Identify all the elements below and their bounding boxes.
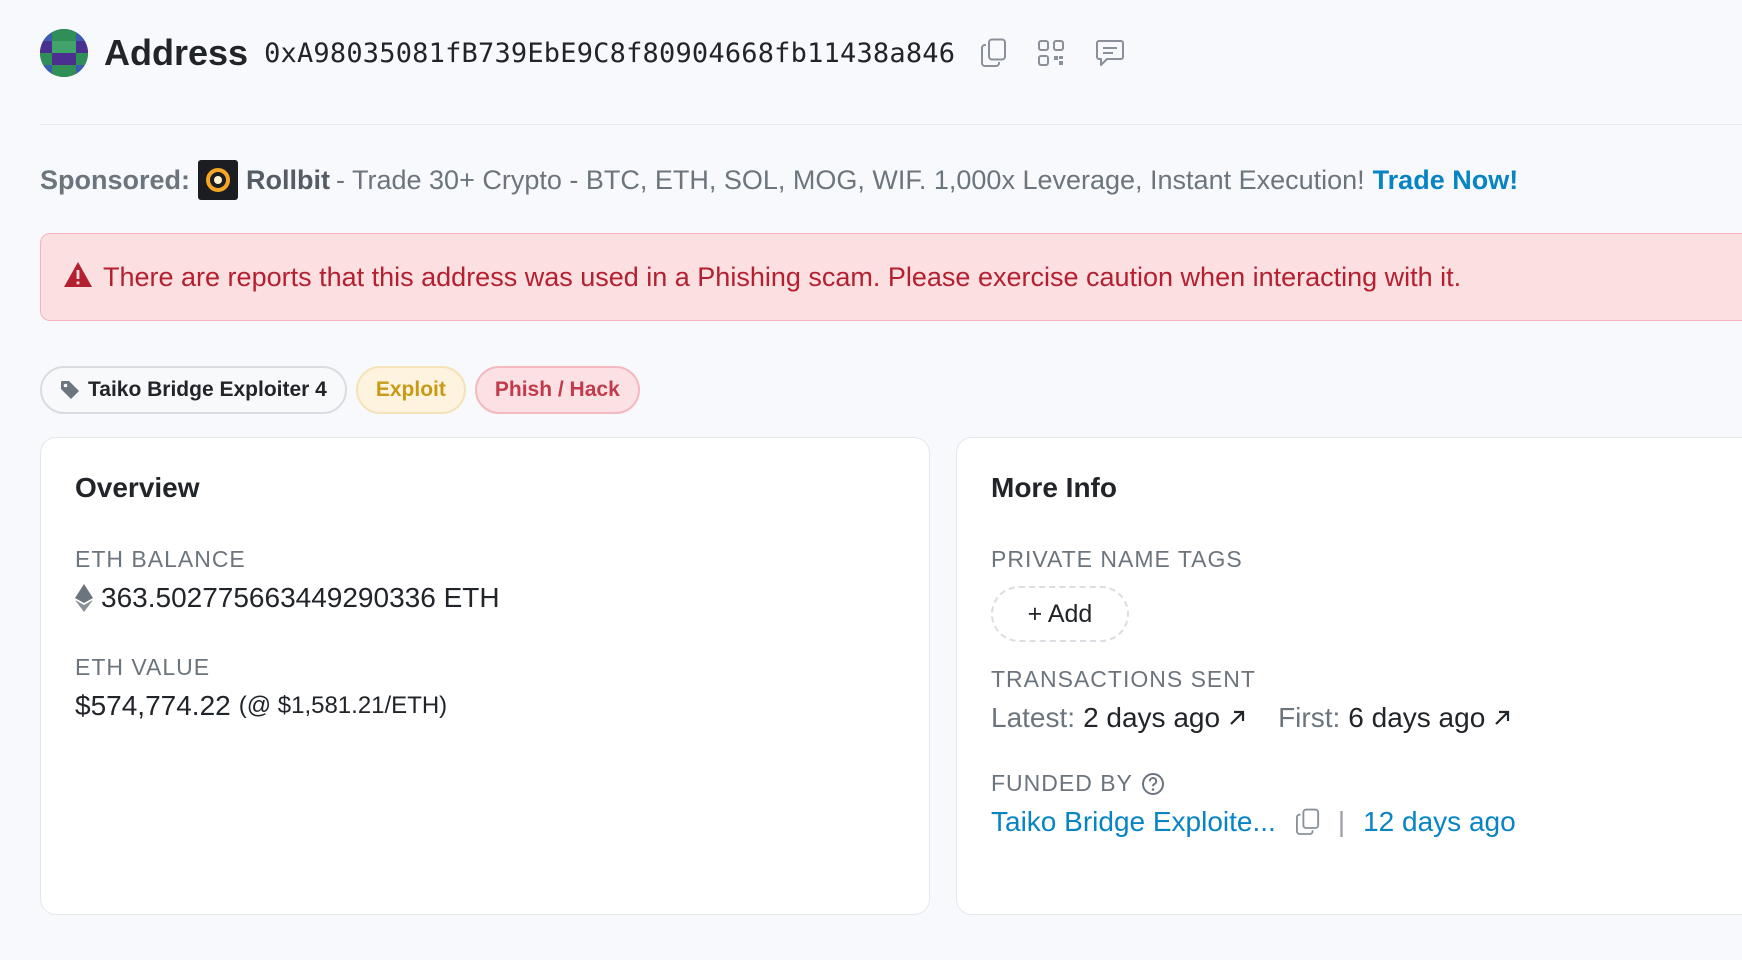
first-tx-link[interactable]: 6 days ago xyxy=(1348,702,1485,734)
tag-icon xyxy=(61,381,79,399)
sponsor-cta-link[interactable]: Trade Now! xyxy=(1373,165,1519,196)
latest-label: Latest: xyxy=(991,702,1076,733)
exploit-badge[interactable]: Exploit xyxy=(355,366,466,414)
eth-value-amount: $574,774.22 xyxy=(75,690,231,721)
rollbit-logo-icon[interactable] xyxy=(198,160,239,200)
address-avatar-icon xyxy=(40,29,88,77)
ethereum-icon xyxy=(75,584,93,612)
address-header: Address 0xA98035081fB739EbE9C8f80904668f… xyxy=(40,28,1125,78)
copy-icon[interactable] xyxy=(1295,808,1320,836)
eth-value: $574,774.22 (@ $1,581.21/ETH) xyxy=(75,690,447,722)
funded-by-time-link[interactable]: 12 days ago xyxy=(1363,806,1516,838)
address-hash: 0xA98035081fB739EbE9C8f80904668fb11438a8… xyxy=(264,37,956,69)
copy-icon[interactable] xyxy=(981,38,1007,68)
name-tag-label: Taiko Bridge Exploiter 4 xyxy=(88,378,327,401)
funded-by-address-link[interactable]: Taiko Bridge Exploite... xyxy=(991,806,1276,838)
qr-code-icon[interactable] xyxy=(1037,39,1065,67)
funded-by-label-row: FUNDED BY xyxy=(991,770,1165,797)
sponsor-description: - Trade 30+ Crypto - BTC, ETH, SOL, MOG,… xyxy=(336,164,1365,195)
funded-by-label: FUNDED BY xyxy=(991,770,1133,796)
sponsored-label: Sponsored: xyxy=(40,164,191,195)
page-title: Address xyxy=(104,32,249,73)
phish-hack-badge[interactable]: Phish / Hack xyxy=(474,366,640,414)
more-info-title: More Info xyxy=(991,472,1117,503)
add-private-tag-button[interactable]: + Add xyxy=(991,586,1129,642)
help-circle-icon[interactable] xyxy=(1141,772,1165,796)
header-divider xyxy=(40,124,1742,125)
comment-icon[interactable] xyxy=(1095,38,1125,68)
first-label: First: xyxy=(1278,702,1341,733)
funded-by-value: Taiko Bridge Exploite... | 12 days ago xyxy=(991,806,1516,838)
latest-tx-link[interactable]: 2 days ago xyxy=(1083,702,1220,734)
eth-balance-value: 363.502775663449290336 ETH xyxy=(75,582,500,614)
private-name-tags-label: PRIVATE NAME TAGS xyxy=(991,546,1243,572)
arrow-up-right-icon[interactable] xyxy=(1228,709,1246,727)
overview-card: Overview ETH BALANCE 363.502775663449290… xyxy=(40,437,930,915)
sponsored-banner: Sponsored: Rollbit - Trade 30+ Crypto - … xyxy=(40,160,1518,200)
eth-price-rate: (@ $1,581.21/ETH) xyxy=(238,692,448,719)
more-info-card: More Info PRIVATE NAME TAGS + Add TRANSA… xyxy=(956,437,1742,915)
eth-value-label: ETH VALUE xyxy=(75,654,211,680)
sponsor-brand-link[interactable]: Rollbit xyxy=(246,165,330,196)
eth-balance-label: ETH BALANCE xyxy=(75,546,246,572)
arrow-up-right-icon[interactable] xyxy=(1493,709,1511,727)
transactions-sent-values: Latest: 2 days ago First: 6 days ago xyxy=(991,702,1511,734)
transactions-sent-label: TRANSACTIONS SENT xyxy=(991,666,1256,692)
eth-balance-amount: 363.502775663449290336 ETH xyxy=(101,582,500,613)
funded-by-separator: | xyxy=(1337,806,1346,837)
alert-message: There are reports that this address was … xyxy=(103,261,1462,292)
overview-title: Overview xyxy=(75,472,200,503)
name-tag-badge[interactable]: Taiko Bridge Exploiter 4 xyxy=(40,366,347,414)
address-labels: Taiko Bridge Exploiter 4 Exploit Phish /… xyxy=(40,366,640,414)
phishing-alert: There are reports that this address was … xyxy=(40,233,1742,321)
warning-triangle-icon xyxy=(63,261,93,293)
